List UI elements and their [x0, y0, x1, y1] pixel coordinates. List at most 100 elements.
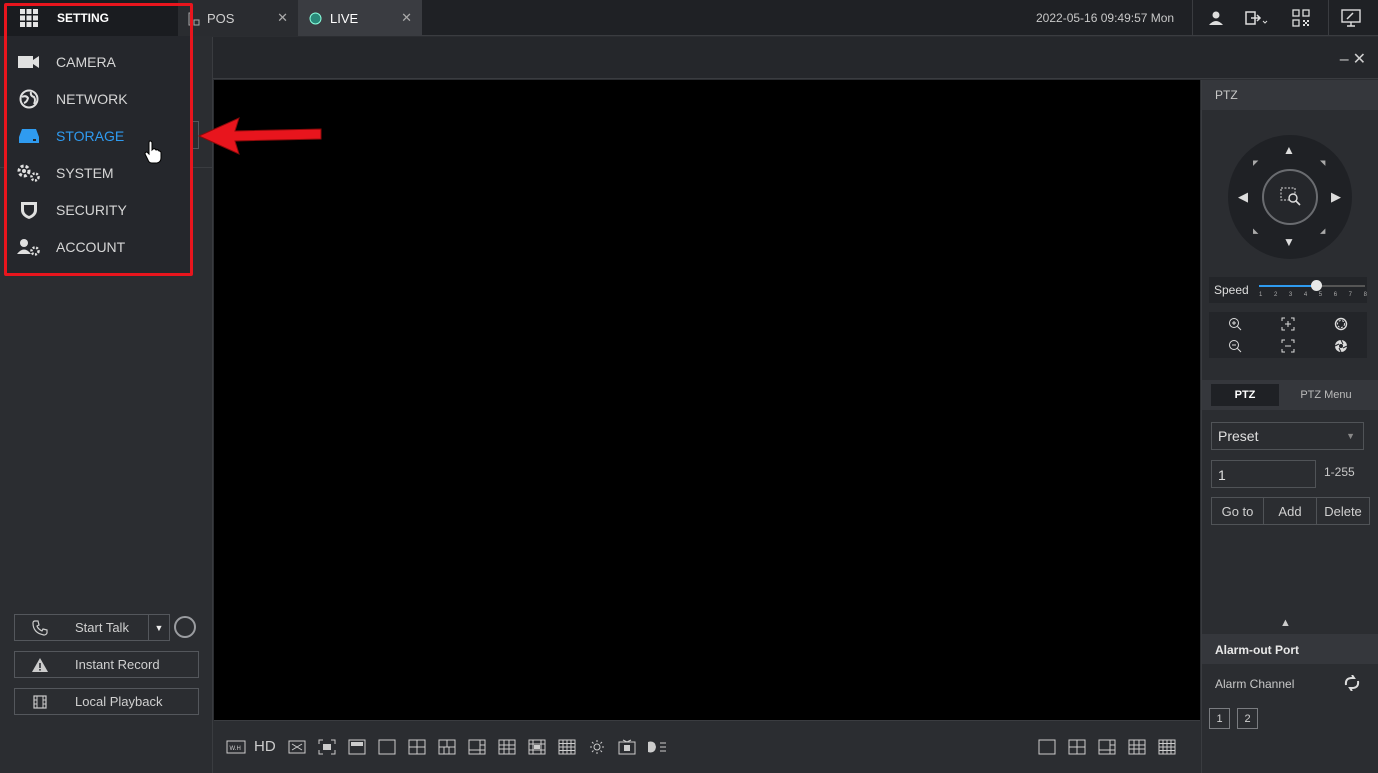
tab-setting[interactable]: SETTING	[0, 0, 178, 36]
speed-control: Speed 1 2 3 4 5 6 7 8	[1209, 277, 1367, 303]
layout-9-icon[interactable]	[498, 739, 516, 755]
menu-item-security[interactable]: SECURITY	[16, 195, 186, 225]
focus-far-icon[interactable]	[1281, 339, 1295, 353]
grid-menu-icon	[20, 9, 38, 27]
logout-icon[interactable]	[1244, 9, 1268, 27]
close-icon[interactable]: ✕	[401, 10, 412, 26]
start-talk-button[interactable]: Start Talk	[14, 614, 152, 641]
alarm-channel-label: Alarm Channel	[1215, 677, 1295, 691]
speed-tick: 2	[1273, 292, 1278, 298]
menu-item-label: SYSTEM	[56, 165, 114, 181]
menu-item-label: ACCOUNT	[56, 239, 126, 255]
speed-tick: 7	[1348, 292, 1352, 298]
speed-tick: 3	[1288, 292, 1293, 298]
monitor-icon[interactable]	[1341, 9, 1361, 27]
tab-ptz-menu[interactable]: PTZ Menu	[1290, 384, 1362, 406]
instant-record-button[interactable]: Instant Record	[14, 651, 199, 678]
arrow-down-right-icon[interactable]: ◢	[1320, 227, 1325, 235]
add-button[interactable]: Add	[1263, 497, 1317, 525]
speed-fill	[1259, 285, 1316, 287]
speed-label: Speed	[1214, 283, 1249, 297]
arrow-up-left-icon[interactable]: ◤	[1253, 159, 1258, 167]
split-1-icon[interactable]	[348, 739, 366, 755]
pos-icon	[188, 12, 200, 26]
bottom-toolbar: W.H HD	[214, 720, 1200, 773]
start-talk-label: Start Talk	[75, 620, 129, 635]
speed-tick: 5	[1318, 292, 1323, 298]
video-view[interactable]	[214, 80, 1200, 720]
preset-number-input[interactable]: 1	[1211, 460, 1316, 488]
collapse-up-icon[interactable]: ▲	[1280, 617, 1291, 629]
iris-open-icon[interactable]	[1334, 317, 1348, 331]
view-1-icon[interactable]	[1038, 739, 1056, 755]
user-icon[interactable]	[1207, 9, 1225, 27]
speed-tick: 1	[1259, 292, 1263, 298]
zoom-fit-icon[interactable]	[288, 739, 306, 755]
arrow-up-icon[interactable]: ▲	[1283, 143, 1295, 157]
brightness-icon[interactable]	[588, 739, 606, 755]
view-9-icon[interactable]	[1128, 739, 1146, 755]
tab-live-label: LIVE	[330, 10, 359, 26]
menu-item-camera[interactable]: CAMERA	[16, 47, 186, 77]
layout-8-icon[interactable]	[468, 739, 486, 755]
view-16-icon[interactable]	[1158, 739, 1176, 755]
tab-pos[interactable]: POS ✕	[178, 0, 299, 36]
speed-slider-thumb[interactable]	[1311, 280, 1322, 291]
layout-4-icon[interactable]	[408, 739, 426, 755]
delete-button[interactable]: Delete	[1316, 497, 1370, 525]
system-icon	[17, 164, 40, 182]
focus-near-icon[interactable]	[1281, 317, 1295, 331]
record-circle-icon[interactable]	[174, 616, 196, 638]
preset-select[interactable]: Preset ▼	[1211, 422, 1364, 450]
hd-button[interactable]: HD	[254, 738, 276, 755]
setting-menu: CAMERA NETWORK STORAGE SYSTEM SECURITY A…	[6, 36, 190, 273]
window-controls[interactable]: –✕	[1340, 49, 1370, 69]
ptz-lens-controls	[1209, 312, 1367, 358]
menu-item-label: CAMERA	[56, 54, 116, 70]
arrow-down-icon[interactable]: ▼	[1283, 235, 1295, 249]
view-4-icon[interactable]	[1068, 739, 1086, 755]
layout-1-icon[interactable]	[378, 739, 396, 755]
view-8-icon[interactable]	[1098, 739, 1116, 755]
local-playback-button[interactable]: Local Playback	[14, 688, 199, 715]
preset-select-value: Preset	[1218, 428, 1259, 444]
network-icon	[19, 89, 39, 109]
sequence-icon[interactable]	[646, 739, 668, 755]
alarm-channel-2[interactable]: 2	[1237, 708, 1258, 729]
refresh-icon[interactable]	[1342, 675, 1362, 691]
red-arrow-annotation	[197, 117, 322, 155]
menu-item-network[interactable]: NETWORK	[16, 84, 186, 114]
menu-item-account[interactable]: ACCOUNT	[16, 232, 186, 262]
layout-16-icon[interactable]	[558, 739, 576, 755]
fullscreen-icon[interactable]	[318, 739, 336, 755]
layout-13-icon[interactable]	[528, 739, 546, 755]
tab-live[interactable]: LIVE ✕	[299, 0, 422, 36]
top-bar: SETTING POS ✕ LIVE ✕ 2022-05-16 09:49:57…	[0, 0, 1378, 36]
iris-close-icon[interactable]	[1334, 339, 1348, 353]
menu-item-label: SECURITY	[56, 202, 127, 218]
ptz-dpad[interactable]: ▲ ▼ ◀ ▶ ◤ ◥ ◣ ◢	[1228, 135, 1352, 259]
arrow-up-right-icon[interactable]: ◥	[1320, 159, 1325, 167]
layout-6-icon[interactable]	[438, 739, 456, 755]
storage-icon	[19, 129, 39, 143]
caret-down-icon: ▼	[154, 622, 164, 633]
speed-tick: 6	[1333, 292, 1338, 298]
zoom-in-icon[interactable]	[1228, 317, 1242, 331]
arrow-right-icon[interactable]: ▶	[1331, 189, 1341, 205]
ptz-center[interactable]	[1262, 169, 1318, 225]
qr-code-icon[interactable]	[1292, 9, 1310, 27]
wh-ratio-icon[interactable]: W.H	[226, 739, 246, 755]
window-bar: –✕	[190, 37, 1378, 79]
pip-icon[interactable]	[618, 739, 636, 755]
close-icon[interactable]: ✕	[277, 10, 288, 26]
chevron-down-icon: ▼	[1346, 431, 1355, 441]
tab-ptz[interactable]: PTZ	[1211, 384, 1279, 406]
zoom-out-icon[interactable]	[1228, 339, 1242, 353]
alarm-channel-1[interactable]: 1	[1209, 708, 1230, 729]
arrow-left-icon[interactable]: ◀	[1238, 189, 1248, 205]
start-talk-dropdown[interactable]: ▼	[148, 614, 170, 641]
goto-button[interactable]: Go to	[1211, 497, 1264, 525]
arrow-down-left-icon[interactable]: ◣	[1253, 227, 1258, 235]
speed-tick: 4	[1303, 292, 1308, 298]
right-panel: PTZ ▲ ▼ ◀ ▶ ◤ ◥ ◣ ◢ Speed 12345678 PTZ P…	[1201, 80, 1378, 773]
